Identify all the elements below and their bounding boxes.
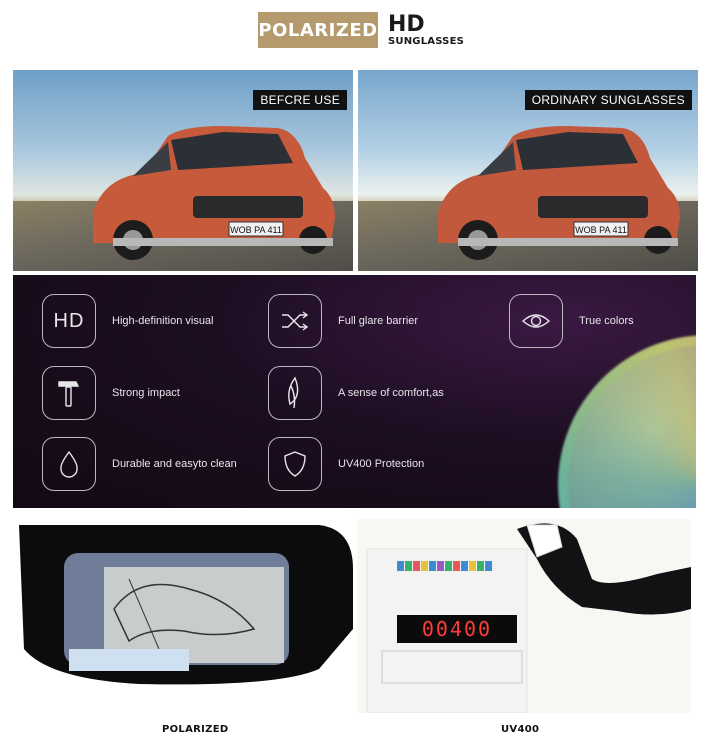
polarized-caption: POLARIZED bbox=[162, 724, 229, 735]
feature-hd: HD High-definition visual bbox=[42, 294, 214, 348]
feature-label: Durable and easyto clean bbox=[112, 458, 237, 470]
feature-clean: Durable and easyto clean bbox=[42, 437, 237, 491]
before-use-tag: BEFCRE USE bbox=[253, 90, 347, 110]
polarized-badge: POLARIZED bbox=[258, 12, 378, 48]
feature-label: Strong impact bbox=[112, 387, 180, 399]
feature-label: Full glare barrier bbox=[338, 315, 419, 327]
feature-glare: Full glare barrier bbox=[268, 294, 418, 348]
eye-icon bbox=[509, 294, 563, 348]
drop-icon bbox=[42, 437, 96, 491]
feature-label: A sense of comfort,as bbox=[338, 387, 444, 399]
plate-text: WOB PA 411 bbox=[230, 225, 282, 235]
feature-label: True colors bbox=[579, 315, 634, 327]
before-use-photo: WOB PA 411 BEFCRE USE bbox=[13, 70, 353, 271]
sunglasses-on-card-image bbox=[19, 525, 353, 685]
feature-uv: UV400 Protection bbox=[268, 437, 424, 491]
meter-reading: 00400 bbox=[422, 617, 492, 641]
features-panel: HD High-definition visual Full glare bar… bbox=[13, 275, 696, 508]
car-image: WOB PA 411 bbox=[438, 126, 680, 260]
polarized-demo-photo bbox=[19, 519, 353, 713]
ordinary-sunglasses-photo: WOB PA 411 ORDINARY SUNGLASSES bbox=[358, 70, 698, 271]
feature-comfort: A sense of comfort,as bbox=[268, 366, 444, 420]
uv-meter-image: 00400 bbox=[357, 519, 691, 713]
feature-label: UV400 Protection bbox=[338, 458, 425, 470]
ordinary-sunglasses-tag: ORDINARY SUNGLASSES bbox=[524, 90, 692, 110]
sunglasses-label: SUNGLASSES bbox=[388, 35, 464, 47]
product-header: POLARIZED HD SUNGLASSES bbox=[258, 12, 464, 48]
lens-graphic bbox=[558, 335, 696, 508]
car-image: WOB PA 411 bbox=[93, 126, 335, 260]
feature-label: High-definition visual bbox=[112, 315, 214, 327]
uv400-demo-photo: 00400 bbox=[357, 519, 691, 713]
uv400-caption: UV400 bbox=[501, 724, 540, 735]
feature-impact: Strong impact bbox=[42, 366, 180, 420]
plate-text: WOB PA 411 bbox=[575, 225, 627, 235]
shuffle-icon bbox=[268, 294, 322, 348]
hd-sunglasses-title: HD SUNGLASSES bbox=[388, 11, 464, 47]
hd-icon: HD bbox=[42, 294, 96, 348]
hd-label: HD bbox=[388, 11, 425, 37]
feature-colors: True colors bbox=[509, 294, 634, 348]
hammer-icon bbox=[42, 366, 96, 420]
feather-icon bbox=[268, 366, 322, 420]
shield-icon bbox=[268, 437, 322, 491]
